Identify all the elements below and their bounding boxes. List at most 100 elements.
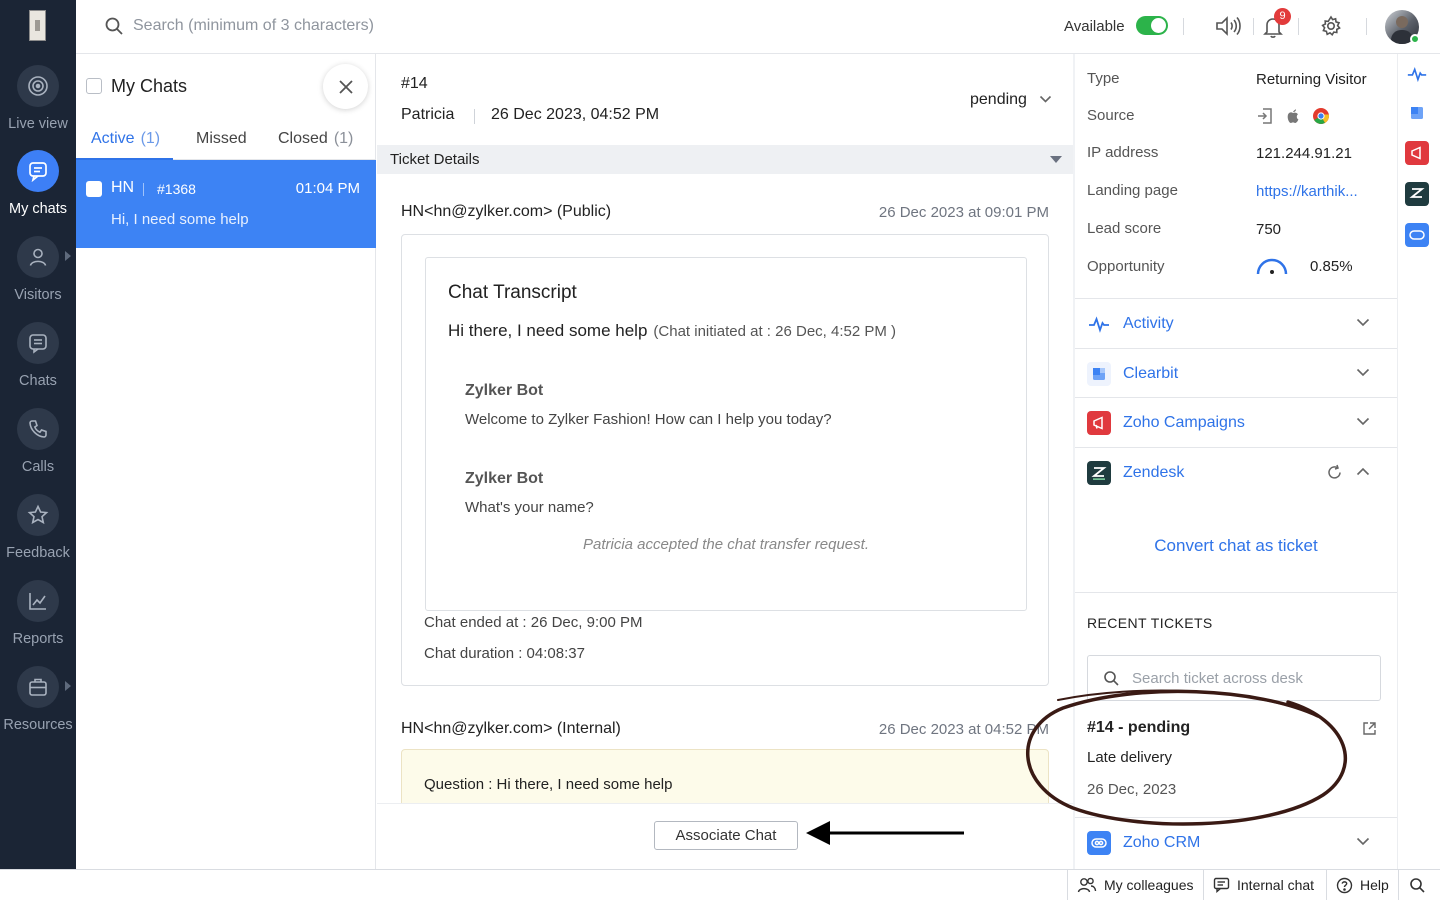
annotation-circle-icon xyxy=(1026,689,1348,826)
zendesk-icon[interactable] xyxy=(1405,182,1429,206)
zoho-campaigns-icon[interactable] xyxy=(1405,141,1429,165)
tab-active[interactable]: Active (1) xyxy=(91,130,160,148)
chat-item-checkbox[interactable] xyxy=(86,181,102,197)
info-label: Opportunity xyxy=(1087,258,1165,275)
nav-item-visitors[interactable]: Visitors xyxy=(0,236,76,322)
ticket-owner: Patricia xyxy=(401,106,455,123)
notification-badge: 9 xyxy=(1274,8,1291,25)
help-button[interactable]: Help xyxy=(1326,870,1398,900)
divider xyxy=(474,109,475,124)
global-search-input[interactable]: Search (minimum of 3 characters) xyxy=(133,17,374,35)
tab-count: (1) xyxy=(333,130,354,147)
phone-icon xyxy=(17,408,59,450)
bot-sender: Zylker Bot xyxy=(465,470,544,487)
info-label: Landing page xyxy=(1087,182,1178,199)
nav-label: Feedback xyxy=(6,545,70,561)
lead-score: 750 xyxy=(1256,221,1282,238)
info-label: Lead score xyxy=(1087,220,1162,237)
chat-duration: Chat duration : 04:08:37 xyxy=(424,645,585,662)
chat-item-name: HN xyxy=(111,179,135,196)
app-logo[interactable] xyxy=(29,10,46,41)
tab-missed[interactable]: Missed xyxy=(196,130,247,148)
nav-item-my-chats[interactable]: My chats xyxy=(0,150,76,236)
select-all-checkbox[interactable] xyxy=(86,78,102,94)
accordion-label: Zoho CRM xyxy=(1123,834,1201,851)
accordion-clearbit[interactable]: Clearbit xyxy=(1075,348,1397,398)
search-icon[interactable] xyxy=(104,16,124,36)
zoho-crm-icon[interactable] xyxy=(1405,223,1429,247)
my-colleagues-label: My colleagues xyxy=(1104,877,1194,893)
accordion-activity[interactable]: Activity xyxy=(1075,298,1397,348)
public-message-card: Chat Transcript Hi there, I need some he… xyxy=(401,234,1049,686)
divider xyxy=(1298,18,1299,35)
message-sender: HN<hn@zylker.com> (Public) xyxy=(401,203,612,220)
list-item[interactable]: HN #1368 01:04 PM Hi, I need some help xyxy=(76,160,376,248)
ticket-status-dropdown[interactable]: pending xyxy=(970,91,1027,109)
left-nav: Live view My chats Visitors Chats Calls … xyxy=(0,0,76,869)
chevron-down-icon[interactable] xyxy=(1356,318,1370,327)
nav-item-calls[interactable]: Calls xyxy=(0,408,76,494)
associate-bar: Associate Chat xyxy=(377,803,1074,869)
close-button[interactable] xyxy=(323,64,368,109)
sound-icon[interactable] xyxy=(1214,14,1242,38)
chevron-down-icon[interactable] xyxy=(1356,417,1370,426)
chevron-down-icon[interactable] xyxy=(1356,837,1370,846)
external-link-icon[interactable] xyxy=(1362,721,1377,736)
expand-caret-icon[interactable] xyxy=(65,681,71,691)
chat-item-time: 01:04 PM xyxy=(295,180,360,197)
close-icon xyxy=(338,79,353,94)
apple-icon xyxy=(1287,109,1299,123)
accordion-label: Activity xyxy=(1123,315,1174,332)
bot-message: What's your name? xyxy=(465,499,594,516)
internal-chat-label: Internal chat xyxy=(1237,877,1315,893)
nav-item-feedback[interactable]: Feedback xyxy=(0,494,76,580)
internal-question: Question : Hi there, I need some help xyxy=(424,776,673,793)
briefcase-icon xyxy=(17,666,59,708)
accordion-label: Zendesk xyxy=(1123,464,1185,481)
chevron-up-icon[interactable] xyxy=(1356,467,1370,476)
chevron-down-icon[interactable] xyxy=(1356,368,1370,377)
source-icons xyxy=(1256,107,1330,125)
divider xyxy=(1075,592,1397,593)
gear-icon[interactable] xyxy=(1320,15,1342,37)
nav-item-reports[interactable]: Reports xyxy=(0,580,76,666)
nav-item-chats[interactable]: Chats xyxy=(0,322,76,408)
visitor-type: Returning Visitor xyxy=(1256,71,1367,88)
clearbit-icon[interactable] xyxy=(1405,101,1429,125)
sign-in-icon xyxy=(1258,108,1272,124)
landing-page-link[interactable]: https://karthik... xyxy=(1256,183,1358,200)
chart-icon xyxy=(17,580,59,622)
nav-item-live-view[interactable]: Live view xyxy=(0,65,76,151)
tab-closed[interactable]: Closed (1) xyxy=(278,130,353,148)
divider xyxy=(143,183,144,196)
nav-label: Visitors xyxy=(14,287,62,303)
caret-down-icon[interactable] xyxy=(1050,156,1062,163)
bot-sender: Zylker Bot xyxy=(465,382,544,399)
refresh-icon[interactable] xyxy=(1326,464,1343,481)
expand-caret-icon[interactable] xyxy=(65,251,71,261)
nav-item-resources[interactable]: Resources xyxy=(0,666,76,752)
clearbit-icon xyxy=(1087,362,1111,386)
tab-label: Active xyxy=(91,130,135,147)
activity-icon[interactable] xyxy=(1405,62,1429,86)
availability-label: Available xyxy=(1064,18,1125,35)
nav-label: Reports xyxy=(12,631,64,647)
divider xyxy=(1253,18,1254,35)
convert-chat-as-ticket-link[interactable]: Convert chat as ticket xyxy=(1075,536,1397,556)
availability-toggle[interactable] xyxy=(1136,16,1168,35)
associate-chat-button[interactable]: Associate Chat xyxy=(654,821,798,850)
nav-label: Live view xyxy=(8,116,68,132)
divider xyxy=(1366,18,1367,35)
internal-chat-button[interactable]: Internal chat xyxy=(1203,870,1323,900)
chat-icon xyxy=(1213,877,1230,893)
ticket-details-header[interactable]: Ticket Details xyxy=(377,145,1074,174)
chat-item-number: #1368 xyxy=(157,181,196,197)
bottom-search-button[interactable] xyxy=(1398,870,1436,900)
section-title: Ticket Details xyxy=(390,151,480,168)
accordion-zoho-campaigns[interactable]: Zoho Campaigns xyxy=(1075,397,1397,447)
accordion-zendesk[interactable]: Zendesk xyxy=(1075,447,1397,497)
integrations-rail xyxy=(1397,54,1440,869)
my-colleagues-button[interactable]: My colleagues xyxy=(1067,870,1203,900)
ip-address: 121.244.91.21 xyxy=(1256,145,1352,162)
chevron-down-icon[interactable] xyxy=(1039,95,1052,104)
